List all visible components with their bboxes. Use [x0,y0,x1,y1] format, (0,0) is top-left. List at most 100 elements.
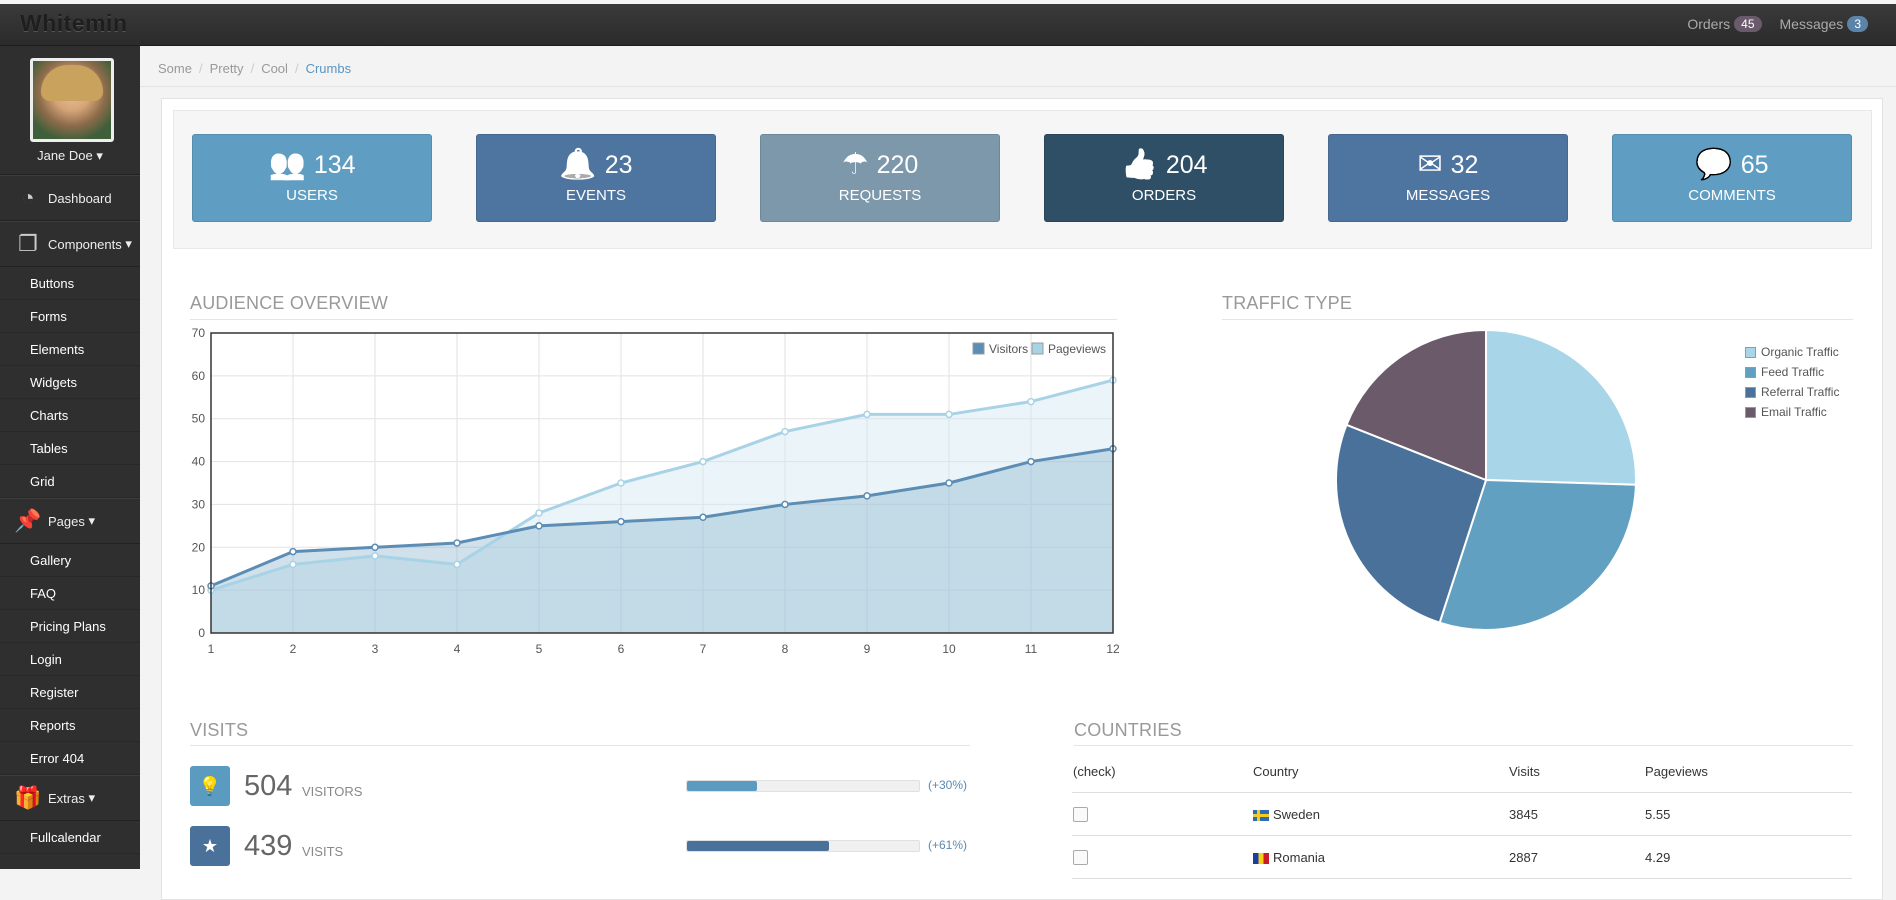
thumbs-up-icon: 👍 [1120,148,1158,181]
username-label: Jane Doe [37,148,93,163]
sidebar-item-pages[interactable]: 📌 Pages ▾ [0,498,140,544]
messages-link[interactable]: Messages 3 [1779,16,1868,32]
col-country[interactable]: Country [1252,750,1508,793]
sidebar-item-dashboard[interactable]: ◔ Dashboard [0,175,140,221]
sidebar-item-error-404[interactable]: Error 404 [0,742,140,775]
legend-item[interactable]: Referral Traffic [1745,382,1839,402]
dashboard-icon: ◔ [21,185,35,210]
sidebar-item-forms[interactable]: Forms [0,300,140,333]
sidebar-item-fullcalendar[interactable]: Fullcalendar [0,821,140,854]
sidebar-item-grid[interactable]: Grid [0,465,140,498]
visit-value: 504 [244,770,293,802]
umbrella-icon: ☂ [841,148,869,181]
user-menu[interactable]: Jane Doe ▾ [0,148,140,164]
visit-label: VISITORS [302,784,363,799]
legend-label: Referral Traffic [1761,385,1840,399]
sidebar-item-components[interactable]: ❐ Components ▾ [0,221,140,267]
stat-value: 65 [1740,150,1769,179]
stat-tile-messages[interactable]: ✉ 32 MESSAGES [1328,134,1568,222]
sidebar-item-gallery[interactable]: Gallery [0,544,140,577]
sidebar-item-tables[interactable]: Tables [0,432,140,465]
avatar[interactable] [30,58,114,142]
countries-table: (check) Country Visits Pageviews Sweden … [1072,750,1852,879]
visit-label: VISITS [302,844,344,859]
legend-label: Feed Traffic [1761,365,1825,379]
breadcrumb-item[interactable]: Cool [261,61,288,76]
messages-label: Messages [1779,16,1844,32]
pageviews-cell: 4.29 [1644,835,1852,879]
breadcrumb: Some / Pretty / Cool / Crumbs [158,61,352,76]
legend-item[interactable]: Organic Traffic [1745,342,1839,362]
legend-label: Email Traffic [1761,405,1827,419]
visit-value: 439 [244,830,293,862]
legend-item[interactable]: Feed Traffic [1745,362,1839,382]
stat-tiles: 👥 134 USERS 🔔 23 EVENTS ☂ 220 REQUESTS 👍 204 ORDERS… [173,110,1872,249]
messages-badge: 3 [1847,16,1868,32]
stat-tile-requests[interactable]: ☂ 220 REQUESTS [760,134,1000,222]
pageviews-cell: 5.55 [1644,792,1852,836]
stat-tile-events[interactable]: 🔔 23 EVENTS [476,134,716,222]
visits-cell: 3845 [1508,792,1644,836]
sidebar-item-widgets[interactable]: Widgets [0,366,140,399]
col-visits[interactable]: Visits [1508,750,1644,793]
col-pageviews[interactable]: Pageviews [1644,750,1852,793]
traffic-title: TRAFFIC TYPE [1222,293,1353,313]
stat-value: 134 [313,150,356,179]
users-icon: 👥 [268,148,306,181]
sidebar-item-elements[interactable]: Elements [0,333,140,366]
stat-label: EVENTS [565,187,626,204]
stat-tile-users[interactable]: 👥 134 USERS [192,134,432,222]
stat-value: 32 [1450,150,1479,179]
top-links: Orders 45 Messages 3 [1687,16,1868,32]
top-navbar: Whitemin Orders 45 Messages 3 [0,0,1896,46]
sidebar-item-register[interactable]: Register [0,676,140,709]
visit-progress-bar [686,840,920,852]
legend-item[interactable]: Email Traffic [1745,402,1839,422]
lightbulb-icon: 💡 [190,766,230,806]
visit-progress-bar [686,780,920,792]
legend-label: Organic Traffic [1761,345,1839,359]
traffic-legend: Organic Traffic Feed Traffic Referral Traf… [1745,342,1839,422]
row-checkbox[interactable] [1073,850,1088,866]
sidebar-item-label: Pages [48,513,85,529]
gift-icon: 🎁 [14,785,42,810]
country-name: Sweden [1273,806,1320,822]
sidebar-item-label: Extras [48,790,85,806]
stat-tile-orders[interactable]: 👍 204 ORDERS [1044,134,1284,222]
breadcrumb-item[interactable]: Some [158,61,192,76]
sidebar-item-extras[interactable]: 🎁 Extras ▾ [0,775,140,821]
orders-label: Orders [1687,16,1731,32]
visit-stat-row: 💡 504 VISITORS (+30%) [190,766,970,816]
envelope-icon: ✉ [1417,148,1443,181]
app-logo[interactable]: Whitemin [20,10,128,37]
sweden-flag-icon [1253,809,1269,821]
comments-icon: 💬 [1695,148,1733,181]
stat-tile-comments[interactable]: 💬 65 COMMENTS [1612,134,1852,222]
row-checkbox[interactable] [1073,807,1088,823]
sidebar-item-buttons[interactable]: Buttons [0,267,140,300]
sidebar-item-pricing-plans[interactable]: Pricing Plans [0,610,140,643]
bell-icon: 🔔 [559,148,597,181]
table-row: Romania 2887 4.29 [1072,835,1852,879]
romania-flag-icon [1253,852,1269,864]
visits-title: VISITS [190,720,249,740]
sidebar-item-label: Dashboard [48,190,112,206]
sidebar-item-charts[interactable]: Charts [0,399,140,432]
visits-cell: 2887 [1508,835,1644,879]
orders-link[interactable]: Orders 45 [1687,16,1762,32]
stat-label: ORDERS [1131,187,1197,204]
breadcrumb-item[interactable]: Crumbs [306,61,352,76]
stat-label: MESSAGES [1405,187,1491,204]
stat-label: USERS [286,187,338,204]
breadcrumb-item[interactable]: Pretty [210,61,244,76]
pin-icon: 📌 [14,508,42,533]
star-icon: ★ [190,826,230,866]
table-row: Sweden 3845 5.55 [1072,792,1852,836]
sidebar-item-reports[interactable]: Reports [0,709,140,742]
sidebar-item-login[interactable]: Login [0,643,140,676]
sidebar: Jane Doe ▾ ◔ Dashboard ❐ Components ▾ Bu… [0,46,140,869]
visit-change: (+30%) [928,778,968,792]
stat-value: 204 [1165,150,1208,179]
sidebar-item-faq[interactable]: FAQ [0,577,140,610]
stat-label: REQUESTS [838,187,922,204]
